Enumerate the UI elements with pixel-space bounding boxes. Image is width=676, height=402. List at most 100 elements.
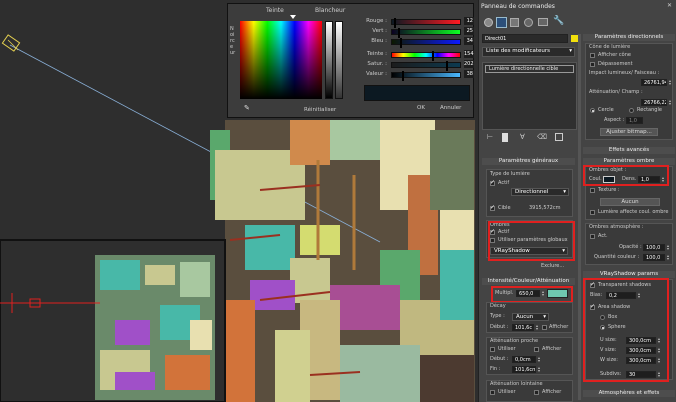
color-picker-dialog: Teinte Blancheur Noirceur ✎ Rouge :12 Ve… — [227, 3, 474, 118]
color-amount-field[interactable]: 100,0 — [643, 254, 665, 261]
circle-radio[interactable] — [590, 108, 595, 113]
light-active-checkbox[interactable] — [490, 179, 495, 186]
modifier-list-dropdown[interactable]: Liste des modificateurs ▾ — [482, 47, 575, 57]
texture-checkbox[interactable] — [590, 188, 595, 193]
whiteness-bar[interactable] — [325, 21, 333, 99]
near-show-checkbox[interactable] — [534, 347, 539, 352]
command-panel: Panneau de commandes ✕ 🔧 Direct01 Liste … — [478, 0, 676, 402]
blue-slider[interactable]: Bleu :34 — [363, 37, 475, 48]
value-value[interactable]: 38 — [464, 70, 474, 78]
texture-none-button[interactable]: Aucun — [600, 198, 660, 206]
chevron-down-icon: ▾ — [543, 314, 546, 320]
far-use-checkbox[interactable] — [490, 390, 495, 395]
remove-modifier-icon[interactable]: ⌫ — [537, 133, 547, 141]
chevron-down-icon: ▾ — [569, 48, 572, 54]
motion-tab-icon[interactable] — [524, 18, 533, 27]
affect-color-checkbox[interactable] — [590, 210, 595, 215]
fit-bitmap-button[interactable]: Ajuster bitmap... — [600, 128, 658, 136]
hue-marker — [290, 15, 296, 19]
create-tab-icon[interactable] — [484, 18, 493, 27]
vrayshadow-highlight — [583, 278, 669, 382]
falloff-spinner[interactable]: ▴ ▾ — [668, 99, 672, 106]
hue-value[interactable]: 154 — [464, 50, 474, 58]
pin-stack-icon[interactable]: ⊢ — [487, 133, 493, 141]
object-name-field[interactable]: Direct01 — [482, 34, 568, 43]
red-value[interactable]: 12 — [464, 17, 474, 25]
hue-spectrum[interactable] — [240, 21, 322, 99]
stack-item[interactable]: Lumière directionnelle cible — [485, 65, 574, 73]
saturation-slider[interactable]: Satur. :202 — [363, 60, 475, 71]
green-slider[interactable]: Vert :25 — [363, 27, 475, 38]
configure-modifiers-icon[interactable] — [555, 133, 563, 141]
light-type-dropdown[interactable]: Directionnel ▾ — [511, 188, 569, 196]
near-end-field[interactable]: 101,6cm — [512, 366, 536, 373]
light-type-group: Type de lumière Actif Directionnel▾ Cibl… — [486, 169, 573, 217]
hierarchy-tab-icon[interactable] — [510, 18, 519, 27]
eyedropper-icon[interactable]: ✎ — [244, 104, 252, 112]
shadow-color-highlight — [583, 165, 669, 186]
advanced-effects-header[interactable]: Effets avancés — [583, 147, 675, 154]
near-start-field[interactable]: 0,0cm — [512, 356, 536, 363]
color-amount-spinner[interactable]: ▴ ▾ — [666, 254, 670, 261]
stack-toolbar: ⊢ ∀ ⌫ — [487, 133, 572, 143]
near-start-spinner[interactable]: ▴ ▾ — [537, 356, 541, 363]
decay-group: Décay Type : Aucun ▾ Début : 101,6c ▴ ▾ Af… — [486, 302, 573, 333]
decay-type-dropdown[interactable]: Aucun ▾ — [512, 313, 549, 321]
opacity-spinner[interactable]: ▴ ▾ — [666, 244, 670, 251]
reset-button[interactable]: Réinitialiser — [304, 107, 336, 113]
intensity-header[interactable]: Intensité/Couleur/Atténuation — [482, 278, 575, 285]
modifier-stack: Lumière directionnelle cible — [482, 62, 577, 130]
show-end-result-icon[interactable] — [502, 133, 508, 142]
hotspot-field[interactable]: 26761,94 — [641, 79, 667, 86]
make-unique-icon[interactable]: ∀ — [520, 133, 525, 141]
panel-scrollbar[interactable] — [578, 34, 581, 400]
near-use-checkbox[interactable] — [490, 347, 495, 352]
opacity-field[interactable]: 100,0 — [643, 244, 665, 251]
red-slider[interactable]: Rouge :12 — [363, 17, 475, 28]
decay-show-checkbox[interactable] — [542, 325, 547, 330]
whiteness-label: Blancheur — [315, 7, 346, 14]
atmospheres-effects-header[interactable]: Atmosphères et effets — [583, 390, 675, 397]
color-swatch — [364, 85, 470, 101]
display-tab-icon[interactable] — [538, 18, 548, 26]
overshoot-checkbox[interactable] — [590, 62, 595, 67]
target-checkbox[interactable] — [490, 204, 495, 211]
value-slider[interactable]: Valeur :38 — [363, 70, 475, 81]
aspect-field[interactable]: 1,0 — [626, 117, 643, 124]
directional-params-header[interactable]: Paramètres directionnels — [583, 34, 675, 41]
green-value[interactable]: 25 — [464, 27, 474, 35]
decay-start-spinner[interactable]: ▴ ▾ — [535, 324, 539, 331]
rectangle-radio[interactable] — [629, 108, 634, 113]
falloff-field[interactable]: 26766,22 — [641, 99, 667, 106]
hue-label: Teinte — [266, 7, 284, 14]
hue-slider[interactable]: Teinte :154 — [363, 50, 475, 61]
near-attenuation-group: Atténuation proche Utiliser Afficher Déb… — [486, 337, 573, 375]
panel-tabs: 🔧 — [482, 16, 577, 29]
exclude-button[interactable]: Exclure... — [541, 263, 564, 270]
far-attenuation-group: Atténuation lointaine Utiliser Afficher — [486, 380, 573, 402]
show-cone-checkbox[interactable] — [590, 53, 595, 58]
chevron-down-icon: ▾ — [563, 189, 566, 195]
modify-tab-icon[interactable] — [496, 17, 507, 28]
blue-value[interactable]: 34 — [464, 37, 474, 45]
atmosphere-active-checkbox[interactable] — [590, 234, 595, 239]
decay-start-field[interactable]: 101,6c — [512, 324, 534, 331]
vrayshadow-params-header[interactable]: VRayShadow params — [583, 271, 675, 278]
ok-button[interactable]: OK — [417, 105, 425, 111]
far-show-checkbox[interactable] — [534, 390, 539, 395]
cancel-button[interactable]: Annuler — [440, 105, 461, 111]
saturation-value[interactable]: 202 — [464, 60, 474, 68]
blackness-bar[interactable] — [335, 21, 343, 99]
object-color-swatch[interactable] — [571, 35, 578, 42]
panel-title: Panneau de commandes — [481, 3, 555, 10]
shadows-highlight — [488, 221, 575, 261]
general-params-header[interactable]: Paramètres généraux — [482, 158, 575, 165]
blackness-label: Noirceur — [230, 26, 236, 56]
panel-close-icon[interactable]: ✕ — [667, 2, 672, 9]
multiplier-highlight — [491, 286, 573, 303]
utilities-tab-icon[interactable]: 🔧 — [553, 16, 564, 26]
top-view-inset — [0, 239, 226, 402]
hotspot-spinner[interactable]: ▴ ▾ — [668, 79, 672, 86]
near-end-spinner[interactable]: ▴ ▾ — [537, 366, 541, 373]
shadow-params-header[interactable]: Paramètres ombre — [583, 158, 675, 165]
